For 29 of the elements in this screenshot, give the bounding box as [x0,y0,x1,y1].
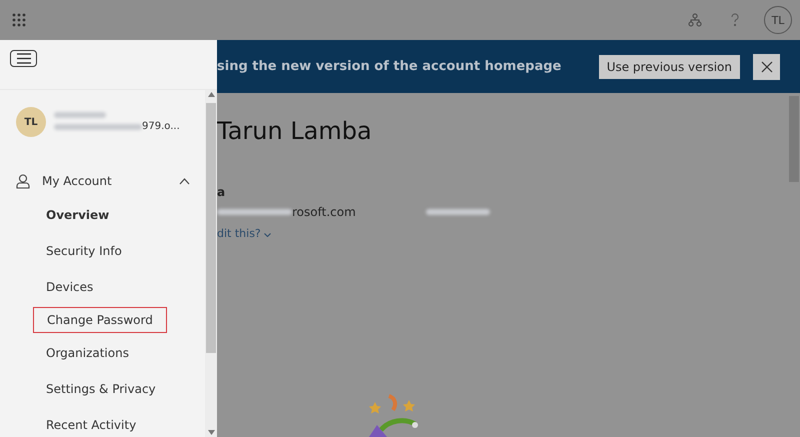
use-previous-version-button[interactable]: Use previous version [598,54,740,78]
banner-message: sing the new version of the account homepage [217,59,562,74]
nav-item[interactable]: Change Password [33,307,167,333]
chevron-icon [179,178,190,184]
user-avatar[interactable]: TL [764,6,792,34]
chevron-icon [264,233,272,237]
email-text: rosoft.com [292,205,356,219]
email-text: 979.o... [142,121,180,132]
app-launcher-icon[interactable] [12,13,26,27]
blurred-name [54,112,106,118]
menu-icon [16,53,30,64]
scroll-up-icon[interactable] [208,92,214,97]
profile-avatar: TL [16,107,46,137]
nav-item[interactable]: Overview [46,203,110,227]
my-account-section[interactable]: My Account [16,171,190,191]
profile-label: a [217,185,226,199]
nav-item[interactable]: Organizations [46,341,129,365]
scroll-down-icon[interactable] [208,430,214,435]
nav-item[interactable]: Devices [46,275,94,299]
nav-item[interactable]: Settings & Privacy [46,377,156,401]
blurred-phone [426,209,490,215]
person-icon [16,174,30,188]
close-button[interactable] [753,54,780,80]
sidebar-scrollbar[interactable] [205,90,217,437]
profile-name: Tarun Lamba [217,117,373,145]
close-icon [760,60,772,72]
menu-button[interactable] [10,50,37,67]
nav-item[interactable]: Security Info [46,239,122,263]
nav-item[interactable]: Recent Activity [46,413,136,437]
